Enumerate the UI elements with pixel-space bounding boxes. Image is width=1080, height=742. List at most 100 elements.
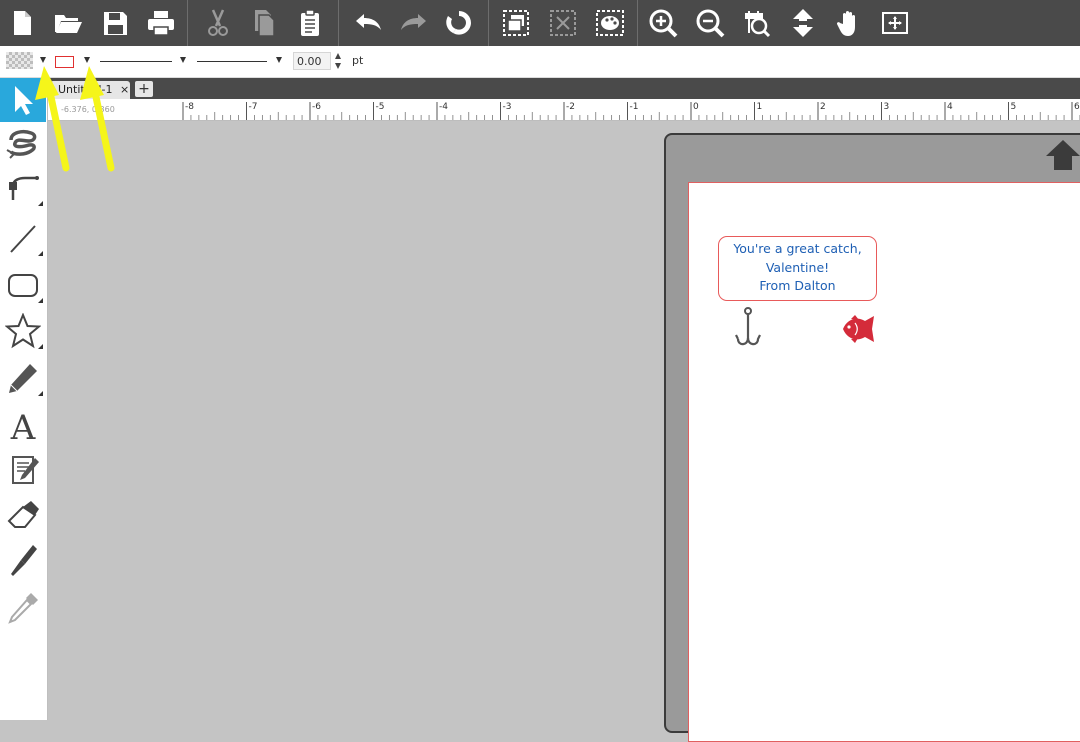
ungroup-button[interactable]	[545, 5, 581, 41]
line-tool-icon	[10, 225, 36, 253]
valentine-message-box[interactable]: You're a great catch, Valentine! From Da…	[718, 236, 877, 301]
ruler-label: -3	[503, 102, 512, 112]
pan-button[interactable]	[831, 5, 867, 41]
copy-icon	[255, 10, 275, 37]
ruler-label: -6	[312, 102, 321, 112]
toolbar-separator	[637, 0, 638, 46]
line-color-swatch[interactable]	[55, 56, 74, 68]
move-button[interactable]	[785, 5, 821, 41]
svg-text:A: A	[10, 408, 36, 443]
line-end-dropdown[interactable]	[276, 57, 282, 63]
line-end-sample[interactable]	[197, 61, 267, 62]
weight-decrease-arrow[interactable]	[335, 63, 341, 69]
rectangle-tool[interactable]	[0, 263, 46, 307]
weight-unit-label: pt	[352, 54, 364, 67]
fish-hook-icon[interactable]	[734, 306, 764, 352]
paste-button[interactable]	[292, 5, 328, 41]
main-toolbar	[0, 0, 1080, 46]
tool-panel: A	[0, 78, 48, 720]
properties-bar	[0, 46, 1080, 78]
redo-button[interactable]	[396, 5, 432, 41]
eyedropper-tool[interactable]	[0, 586, 46, 630]
ungroup-icon	[550, 10, 576, 36]
document-tab-bar: Untitled-1 × +	[47, 78, 1080, 99]
ruler-ticks: -8 -7 -6 -5 -4 -3 -2 -1 0 1 2 3 4 5 6	[182, 102, 1080, 120]
eyedropper-icon	[8, 593, 38, 624]
close-tab-button[interactable]: ×	[120, 81, 129, 99]
fit-to-page-button[interactable]	[877, 5, 913, 41]
ruler-label: -7	[249, 102, 258, 112]
ruler-label: 6	[1074, 102, 1080, 112]
ruler-label: 3	[884, 102, 890, 112]
submenu-indicator	[38, 251, 43, 256]
copy-button[interactable]	[246, 5, 282, 41]
line-tool[interactable]	[0, 216, 46, 260]
eraser-icon	[7, 501, 39, 528]
save-icon	[104, 12, 127, 35]
toolbar-separator	[187, 0, 188, 46]
ruler-label: 4	[947, 102, 953, 112]
zoom-out-icon	[696, 9, 725, 38]
refresh-icon	[446, 11, 471, 35]
cut-button[interactable]	[200, 5, 236, 41]
print-button[interactable]	[143, 5, 179, 41]
ruler-label: -1	[630, 102, 639, 112]
line-weight-input[interactable]: 0.00	[293, 52, 331, 70]
group-icon	[503, 10, 529, 36]
refresh-button[interactable]	[441, 5, 477, 41]
ruler-label: -2	[566, 102, 575, 112]
zoom-in-icon	[649, 9, 678, 38]
pencil-tool[interactable]	[0, 356, 46, 400]
line-style-sample[interactable]	[100, 61, 172, 62]
text-tool[interactable]: A	[0, 403, 46, 447]
knife-tool[interactable]	[0, 538, 46, 582]
message-line: You're a great catch,	[733, 241, 862, 256]
horizontal-ruler: -8 -7 -6 -5 -4 -3 -2 -1 0 1 2 3 4 5 6 -6.376, 0.360	[47, 99, 1080, 121]
ruler-label: 2	[820, 102, 826, 112]
pan-hand-icon	[836, 10, 855, 37]
add-tab-button[interactable]: +	[135, 81, 153, 97]
curve-tool[interactable]	[0, 166, 46, 210]
weight-increase-arrow[interactable]	[335, 53, 341, 59]
zoom-selection-button[interactable]	[738, 5, 774, 41]
open-button[interactable]	[50, 5, 86, 41]
eraser-tool[interactable]	[0, 493, 46, 537]
fit-to-page-icon	[882, 12, 908, 34]
zoom-in-button[interactable]	[645, 5, 681, 41]
text-edit-tool[interactable]	[0, 448, 46, 492]
select-pointer-icon	[15, 86, 33, 115]
red-fish-icon[interactable]	[841, 313, 879, 345]
undo-button[interactable]	[350, 5, 386, 41]
ruler-label: -8	[185, 102, 194, 112]
select-tool[interactable]	[0, 78, 46, 122]
star-shape-icon	[5, 313, 41, 349]
toolbar-separator	[488, 0, 489, 46]
fill-color-swatch[interactable]	[6, 52, 33, 69]
palette-icon	[596, 10, 624, 36]
ruler-label: 1	[757, 102, 763, 112]
edit-points-icon	[6, 129, 37, 159]
star-tool[interactable]	[0, 309, 46, 353]
color-palette-button[interactable]	[592, 5, 628, 41]
tab-untitled[interactable]: Untitled-1 ×	[50, 81, 130, 99]
undo-icon	[356, 14, 381, 30]
pencil-icon	[9, 364, 37, 393]
text-edit-icon	[12, 456, 39, 484]
message-line: Valentine!	[765, 259, 830, 275]
ruler-label: 0	[693, 102, 699, 112]
tab-label: Untitled-1	[58, 83, 113, 96]
group-button[interactable]	[498, 5, 534, 41]
new-document-button[interactable]	[4, 5, 40, 41]
zoom-out-button[interactable]	[692, 5, 728, 41]
line-style-dropdown[interactable]	[180, 57, 186, 63]
line-color-dropdown[interactable]	[84, 57, 90, 63]
ruler-label: -4	[439, 102, 448, 112]
zoom-selection-icon	[745, 11, 771, 38]
submenu-indicator	[38, 391, 43, 396]
ruler-label: 5	[1011, 102, 1017, 112]
save-button[interactable]	[97, 5, 133, 41]
feed-direction-arrow-icon	[1046, 140, 1080, 170]
message-line: From Dalton	[759, 278, 836, 293]
edit-points-tool[interactable]	[0, 122, 46, 166]
fill-color-dropdown[interactable]	[40, 57, 46, 63]
